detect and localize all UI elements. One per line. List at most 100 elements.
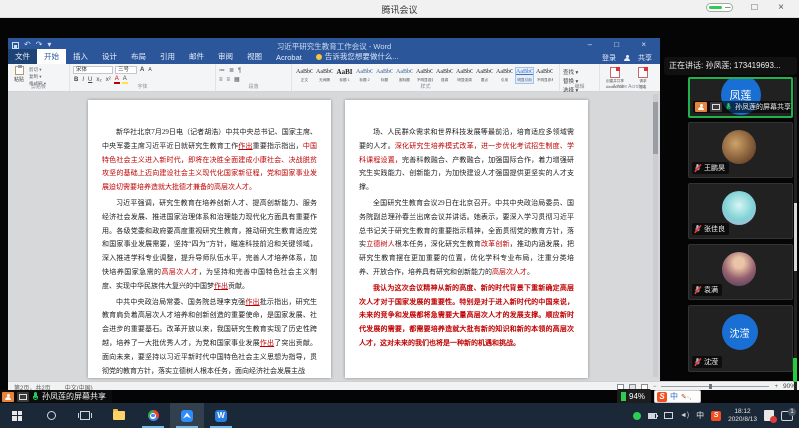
tray-battery-icon[interactable] — [648, 413, 657, 419]
minimize-maximize-close-icons[interactable]: – □ × — [725, 2, 793, 13]
save-icon[interactable] — [12, 42, 19, 49]
action-center-icon[interactable]: 1 — [781, 411, 793, 421]
notification-badge — [770, 416, 777, 423]
windows-logo-icon — [12, 411, 22, 421]
scrollbar-thumb[interactable] — [653, 102, 658, 154]
style-标题 1[interactable]: AaBI标题 1 — [335, 67, 354, 84]
share-button[interactable]: 共享 — [638, 53, 652, 63]
wps-button[interactable]: W — [204, 403, 238, 428]
paste-button[interactable]: 粘贴 — [11, 66, 27, 83]
style-引用[interactable]: AaBbCcD引用 — [495, 67, 514, 84]
zoom-slider-thumb[interactable] — [709, 384, 712, 389]
participant-tile-张佳良[interactable]: 张佳良 — [688, 183, 793, 239]
tray-display-icon[interactable] — [664, 412, 673, 419]
search-button[interactable] — [34, 403, 68, 428]
tray-sogou-icon[interactable]: S — [711, 411, 721, 421]
font-size-select[interactable]: 三号 — [115, 66, 137, 74]
style-label: 要点 — [477, 77, 492, 82]
shrink-font-button[interactable]: A — [147, 67, 152, 73]
text-run: 作出 — [214, 282, 228, 290]
sogou-logo-icon[interactable]: S — [657, 392, 667, 402]
tab-审阅[interactable]: 审阅 — [211, 49, 240, 64]
mic-muted-icon — [695, 286, 701, 294]
editing-查找[interactable]: 查找 ▾ — [563, 68, 596, 76]
style-sample: AaBbCcD — [436, 68, 453, 77]
paragraph-button-2[interactable]: ¶ — [238, 68, 241, 74]
clipboard-剪切[interactable]: 剪切 ▾ — [29, 67, 46, 73]
sidebar-scrollbar[interactable] — [794, 77, 797, 390]
taskbar-clock[interactable]: 18:12 2020/8/13 — [728, 408, 757, 423]
tab-布局[interactable]: 布局 — [124, 49, 153, 64]
participant-label: 沈滢 — [692, 356, 722, 368]
chrome-button[interactable] — [136, 403, 170, 428]
tab-文件[interactable]: 文件 — [8, 49, 37, 64]
ime-mode-indicator[interactable]: 中 — [670, 391, 678, 402]
style-无间隔[interactable]: AaBbCcD无间隔 — [315, 67, 334, 84]
tab-开始[interactable]: 开始 — [37, 49, 66, 64]
document-page-1[interactable]: 新华社北京7月29日电（记者胡浩）中共中央总书记、国家主席、中央军委主席习近平近… — [88, 100, 331, 378]
sogou-input-bar[interactable]: S 中 ✎·, — [654, 390, 701, 403]
tab-Acrobat[interactable]: Acrobat — [269, 51, 309, 64]
notification-icon[interactable] — [764, 410, 774, 421]
participant-name: 袁满 — [704, 285, 718, 295]
style-正文[interactable]: AaBbCcD正文 — [295, 67, 314, 84]
tray-volume-icon[interactable]: ◄) — [680, 412, 689, 419]
file-explorer-button[interactable] — [102, 403, 136, 428]
sidebar-scrollbar-thumb[interactable] — [794, 203, 797, 271]
clipboard-复制[interactable]: 复制 ▾ — [29, 74, 46, 80]
participant-tile-王鹏昊[interactable]: 王鹏昊 — [688, 122, 793, 178]
tab-插入[interactable]: 插入 — [66, 49, 95, 64]
style-不明显强调[interactable]: AaBbCcD不明显强调 — [415, 67, 434, 84]
tab-视图[interactable]: 视图 — [240, 49, 269, 64]
sign-in-button[interactable]: 登录 — [602, 53, 616, 63]
paragraph-button-1[interactable]: ≣ — [229, 68, 234, 74]
tab-引用[interactable]: 引用 — [153, 49, 182, 64]
start-button[interactable] — [0, 403, 34, 428]
zoom-out-button[interactable]: − — [653, 384, 657, 390]
style-要点[interactable]: AaBbCcD要点 — [475, 67, 494, 84]
style-强调[interactable]: AaBbCcD强调 — [435, 67, 454, 84]
meeting-window-controls[interactable]: – □ × — [725, 2, 793, 13]
action-center-badge: 1 — [788, 408, 796, 416]
person-icon — [624, 55, 630, 61]
tray-app-icon[interactable] — [633, 412, 641, 420]
style-不明显参考[interactable]: AaBbCcDc不明显参考 — [535, 67, 554, 84]
paragraph-button-0[interactable]: ≔ — [219, 68, 225, 74]
document-canvas[interactable]: 新华社北京7月29日电（记者胡浩）中共中央总书记、国家主席、中央军委主席习近平近… — [8, 92, 660, 381]
style-标题 2[interactable]: AaBbC标题 2 — [355, 67, 374, 84]
zoom-in-button[interactable]: + — [774, 384, 778, 390]
share-banner-text: 孙凤莲的屏幕共享 — [42, 391, 106, 402]
paragraph: 中共中央政治局常委、国务院总理李克强作出批示指出，研究生教育肩负着高层次人才培养… — [102, 296, 317, 378]
sharer-person-icon — [695, 102, 707, 112]
mic-muted-icon — [695, 225, 701, 233]
zoom-slider[interactable] — [661, 386, 769, 387]
tray-ime-indicator[interactable]: 中 — [696, 410, 704, 421]
style-明显强调[interactable]: AaBbCcD明显强调 — [455, 67, 474, 84]
ime-pen-icon[interactable]: ✎·, — [681, 393, 691, 401]
tencent-meeting-button[interactable] — [170, 403, 204, 428]
document-page-2[interactable]: 场、人民群众需求和世界科技发展等最前沿，培育适应多领域需要的人才。深化研究生培养… — [345, 100, 588, 378]
tell-me-box[interactable]: 告诉我您想要做什么... — [309, 49, 406, 64]
sharer-person-icon — [2, 392, 14, 402]
style-明显引用[interactable]: AaBbCcD明显引用 — [515, 67, 534, 84]
avatar — [722, 252, 756, 286]
group-label-clipboard: 剪贴板 — [8, 83, 69, 90]
participant-name: 孙凤莲的屏幕共享 — [735, 102, 791, 112]
style-label: 副标题 — [397, 77, 412, 82]
participant-tile-袁满[interactable]: 袁满 — [688, 244, 793, 300]
participant-label: 孙凤莲的屏幕共享 — [693, 101, 793, 113]
style-标题[interactable]: AaBbC标题 — [375, 67, 394, 84]
style-副标题[interactable]: AaBbC副标题 — [395, 67, 414, 84]
tab-设计[interactable]: 设计 — [95, 49, 124, 64]
grow-font-button[interactable]: A — [139, 67, 145, 73]
tab-邮件[interactable]: 邮件 — [182, 49, 211, 64]
font-name-select[interactable]: 宋体 — [73, 66, 113, 74]
participant-tile-沈滢[interactable]: 沈滢沈滢 — [688, 305, 793, 372]
task-view-button[interactable] — [68, 403, 102, 428]
style-label: 标题 1 — [337, 77, 352, 82]
word-window-controls[interactable]: – □ × — [588, 40, 656, 49]
tencent-meeting-icon — [181, 410, 193, 422]
document-scrollbar[interactable] — [653, 94, 658, 377]
participant-tile-孙凤莲的屏幕共享[interactable]: 凤莲孙凤莲的屏幕共享 — [688, 77, 793, 118]
battery-percent: 94% — [629, 392, 645, 401]
